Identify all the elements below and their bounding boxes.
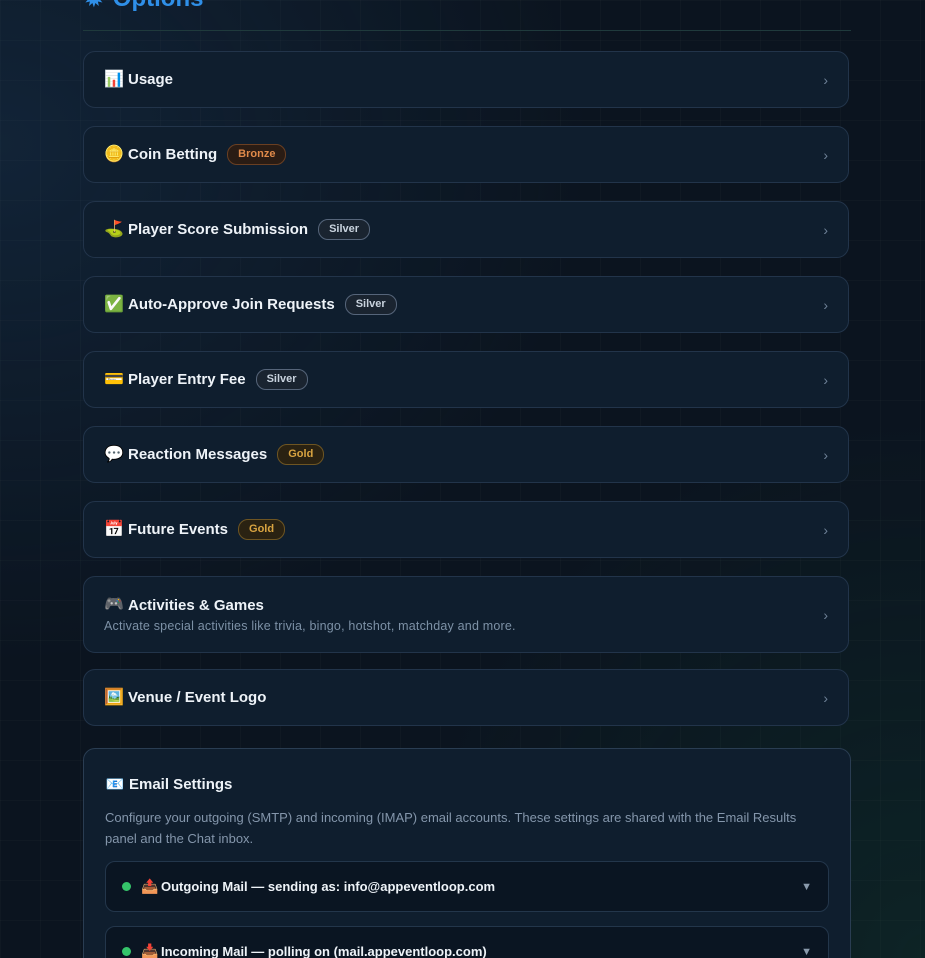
chevron-right-icon: › [823, 689, 828, 706]
chevron-right-icon: › [823, 521, 828, 538]
chart-icon: 📊 [104, 70, 124, 88]
option-label: Auto-Approve Join Requests [128, 296, 335, 313]
coin-icon: 🪙 [104, 145, 124, 163]
chevron-right-icon: › [823, 446, 828, 463]
section-title: Options [113, 0, 204, 12]
email-settings-title: Email Settings [129, 775, 233, 793]
chevron-right-icon: › [823, 606, 828, 623]
option-title-line: 🎮 Activities & Games [104, 596, 264, 614]
outgoing-mail-label: Outgoing Mail — sending as: info@appeven… [161, 879, 496, 894]
game-controller-icon: 🎮 [104, 596, 124, 613]
golf-flag-icon: ⛳ [104, 220, 124, 238]
outgoing-mail-row[interactable]: 📤 Outgoing Mail — sending as: info@appev… [105, 861, 829, 912]
option-label: Reaction Messages [128, 446, 268, 463]
email-settings-header: 📧 Email Settings [105, 775, 829, 794]
option-label: Coin Betting [128, 146, 218, 163]
tier-badge: Silver [318, 219, 371, 240]
calendar-icon: 📅 [104, 520, 124, 538]
outbox-icon: 📤 [141, 878, 159, 894]
status-dot-icon [122, 882, 131, 891]
option-description: Activate special activities like trivia,… [104, 619, 516, 633]
tier-badge: Silver [344, 294, 397, 315]
option-label: Player Score Submission [128, 221, 309, 238]
tier-badge: Silver [255, 369, 308, 390]
chevron-right-icon: › [823, 296, 828, 313]
option-player-entry-fee[interactable]: 💳 Player Entry Fee Silver › [83, 351, 849, 408]
picture-icon: 🖼️ [104, 688, 124, 706]
credit-card-icon: 💳 [104, 370, 124, 388]
chevron-down-icon: ▼ [801, 880, 812, 893]
tier-badge: Bronze [227, 144, 287, 165]
chevron-right-icon: › [823, 71, 828, 88]
chevron-right-icon: › [823, 221, 828, 238]
option-label: Activities & Games [128, 596, 264, 614]
tier-badge: Gold [238, 519, 286, 540]
option-usage[interactable]: 📊 Usage › [83, 51, 849, 108]
tier-badge: Gold [277, 444, 325, 465]
email-settings-panel: 📧 Email Settings Configure your outgoing… [83, 748, 851, 958]
inbox-icon: 📥 [141, 943, 159, 958]
option-label: Player Entry Fee [128, 371, 246, 388]
option-player-score-submission[interactable]: ⛳ Player Score Submission Silver › [83, 201, 849, 258]
option-label: Venue / Event Logo [128, 689, 267, 706]
option-label: Future Events [128, 521, 229, 538]
option-venue-event-logo[interactable]: 🖼️ Venue / Event Logo › [83, 669, 849, 726]
check-icon: ✅ [104, 295, 124, 313]
incoming-mail-row[interactable]: 📥 Incoming Mail — polling on (mail.appev… [105, 926, 829, 958]
incoming-mail-label: Incoming Mail — polling on (mail.appeven… [161, 944, 487, 958]
option-activities-games[interactable]: 🎮 Activities & Games Activate special ac… [83, 576, 849, 653]
option-auto-approve-join-requests[interactable]: ✅ Auto-Approve Join Requests Silver › [83, 276, 849, 333]
option-coin-betting[interactable]: 🪙 Coin Betting Bronze › [83, 126, 849, 183]
option-reaction-messages[interactable]: 💬 Reaction Messages Gold › [83, 426, 849, 483]
option-future-events[interactable]: 📅 Future Events Gold › [83, 501, 849, 558]
gear-icon: ✹ [83, 0, 105, 11]
chevron-right-icon: › [823, 371, 828, 388]
status-dot-icon [122, 947, 131, 956]
speech-bubble-icon: 💬 [104, 445, 124, 463]
chevron-down-icon: ▼ [801, 945, 812, 958]
email-settings-description: Configure your outgoing (SMTP) and incom… [105, 810, 797, 846]
email-icon: 📧 [105, 776, 125, 793]
option-label: Usage [128, 71, 174, 88]
section-header: ✹ Options [83, 0, 851, 31]
chevron-right-icon: › [823, 146, 828, 163]
